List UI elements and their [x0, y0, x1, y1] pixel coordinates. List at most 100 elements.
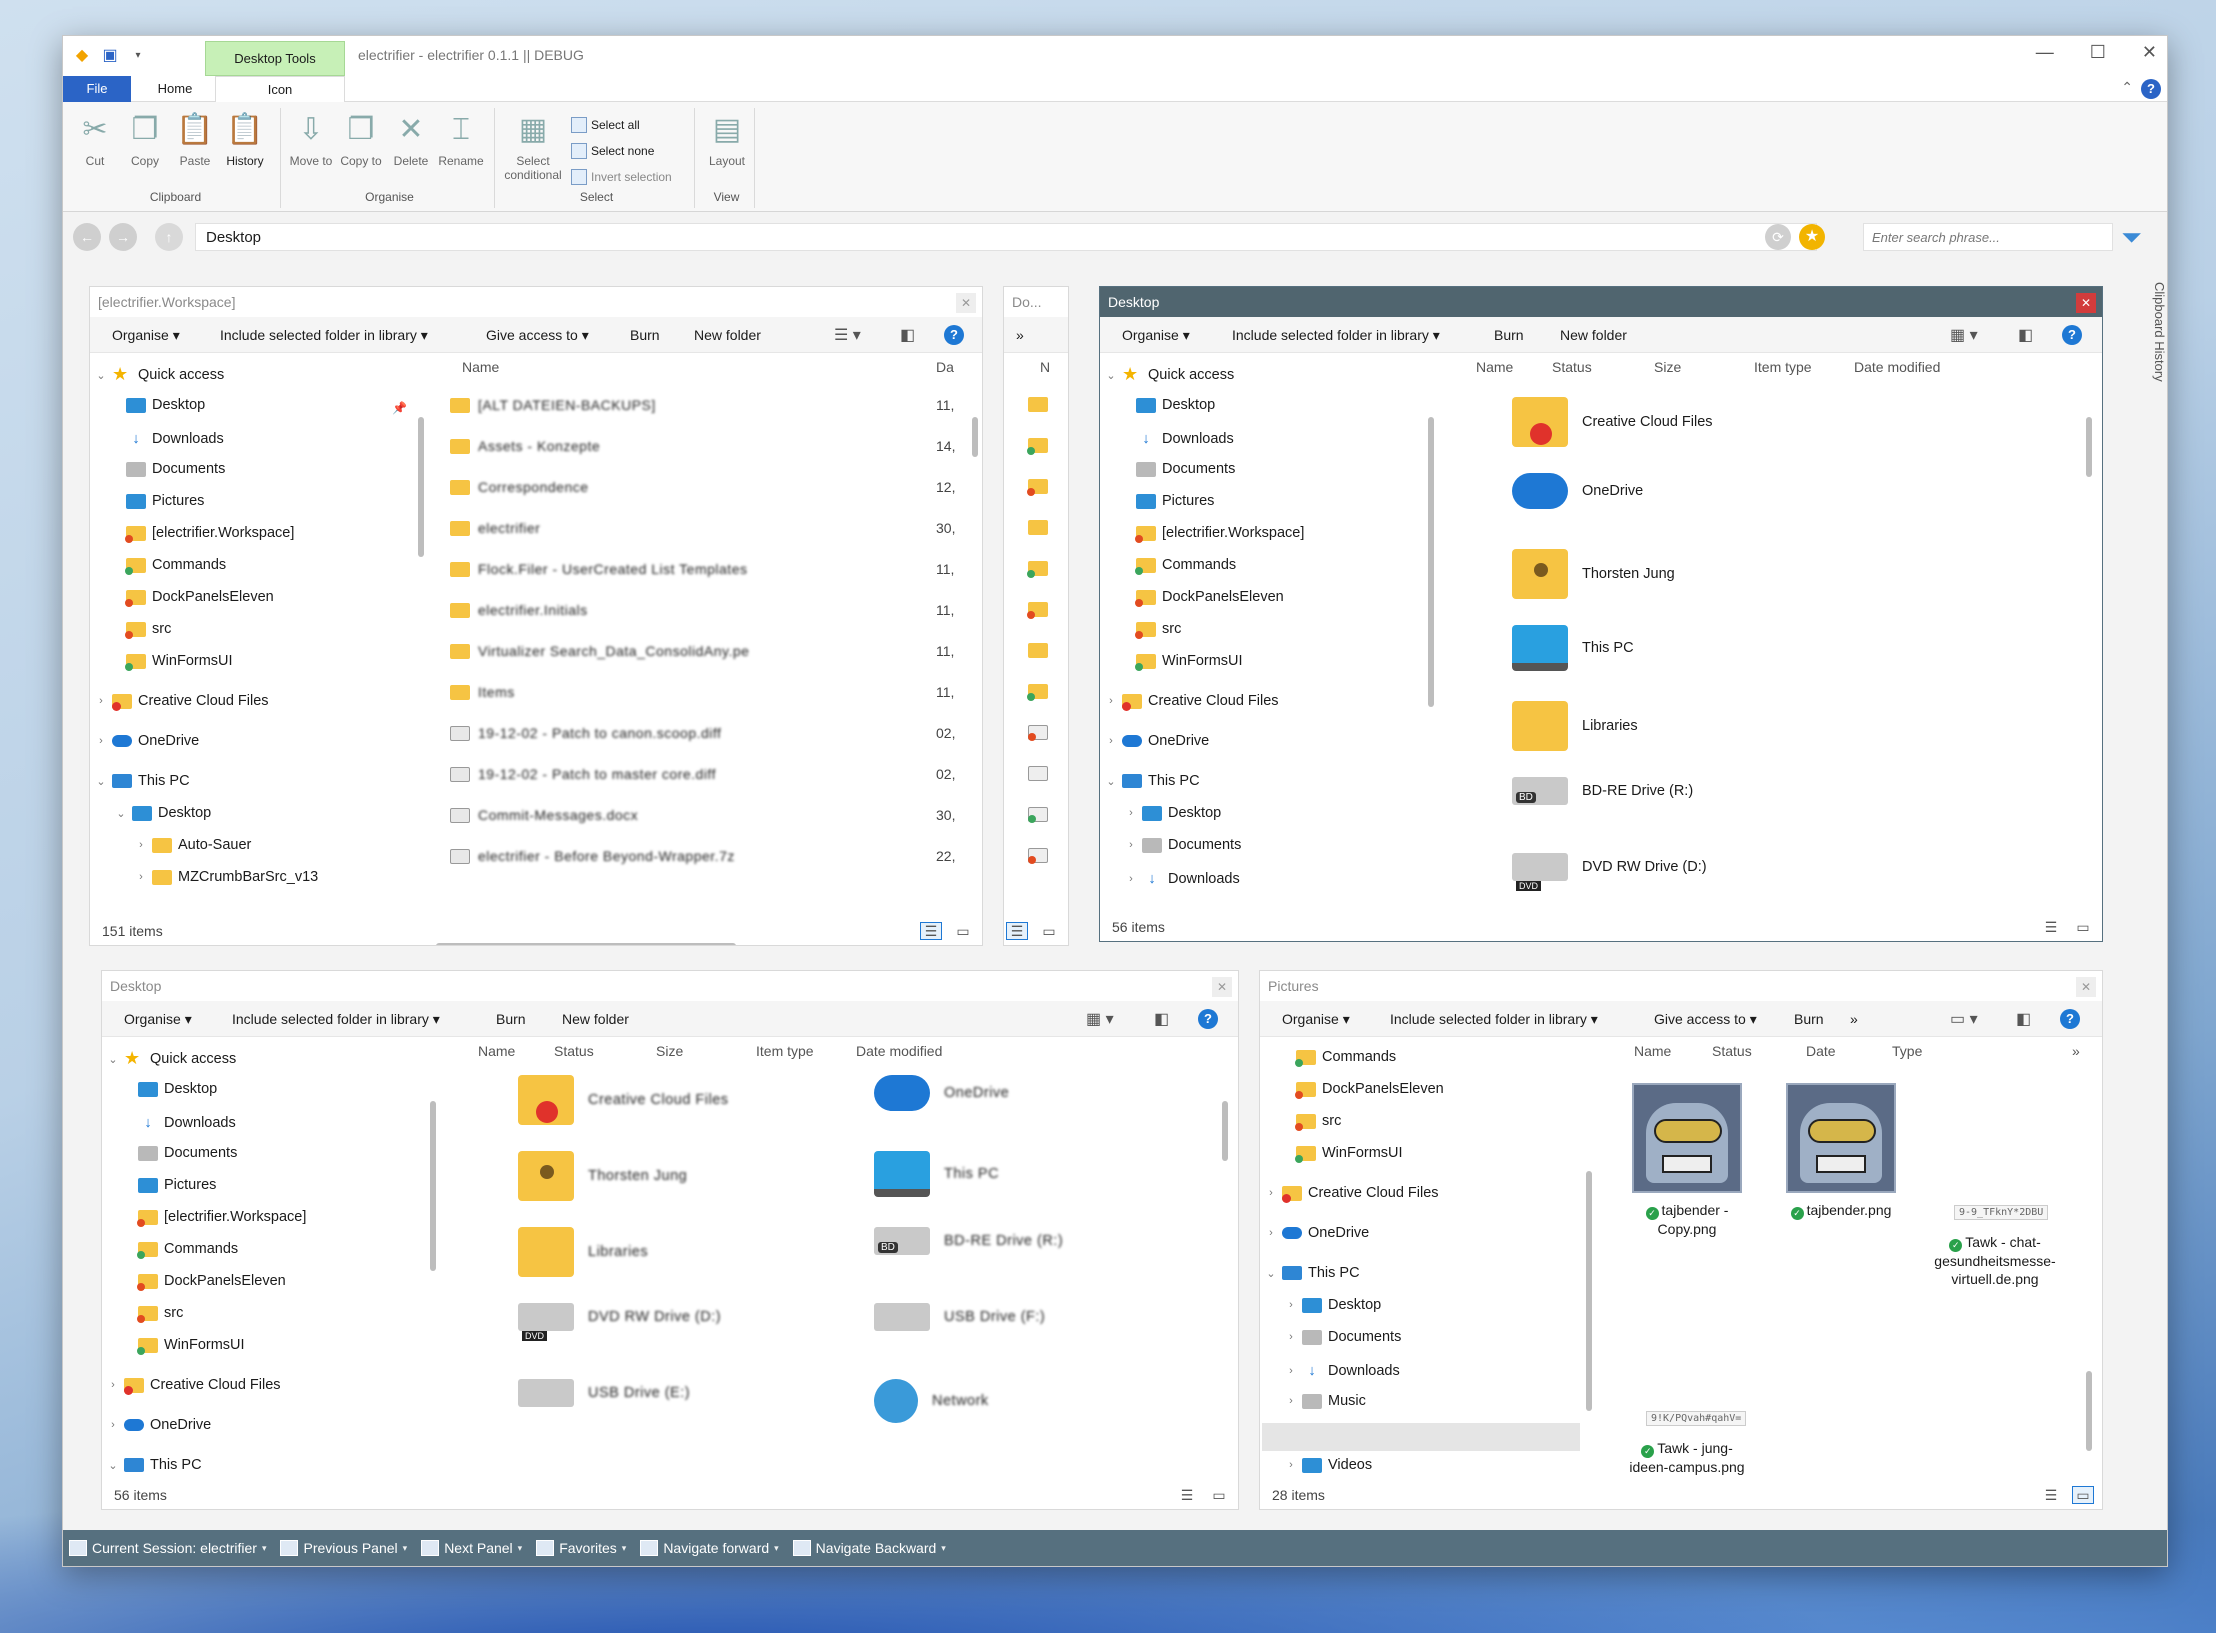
tree-onedrive[interactable]: › OneDrive: [96, 733, 199, 749]
tree-scrollbar[interactable]: [1428, 417, 1434, 707]
table-row[interactable]: [ALT DATEIEN-BACKUPS]: [450, 391, 656, 419]
include-library-button[interactable]: Include selected folder in library ▾: [1232, 327, 1440, 344]
folder-icon[interactable]: [1028, 643, 1048, 658]
dropdown-arrow-icon[interactable]: ▾: [622, 1543, 627, 1554]
tree-item[interactable]: WinFormsUI: [1295, 1145, 1403, 1163]
tree-item[interactable]: ↓ Downloads: [1136, 429, 1233, 449]
panel-help-icon[interactable]: ?: [944, 325, 964, 345]
table-row[interactable]: electrifier: [450, 514, 540, 542]
history-button[interactable]: 📋 History: [221, 110, 269, 168]
burn-button[interactable]: Burn: [1494, 327, 1524, 343]
table-row[interactable]: Virtualizer Search_Data_ConsolidAny.pe: [450, 637, 749, 665]
address-path[interactable]: Desktop: [195, 223, 1817, 251]
help-icon[interactable]: ?: [2141, 79, 2161, 99]
folder-icon[interactable]: [1027, 602, 1048, 619]
dropdown-arrow-icon[interactable]: ▾: [262, 1543, 267, 1554]
new-folder-button[interactable]: New folder: [694, 327, 761, 343]
refresh-icon[interactable]: ⟳: [1765, 224, 1791, 250]
column-date-modified[interactable]: Date modified: [1854, 359, 1940, 375]
up-button[interactable]: ↑: [155, 223, 183, 251]
column-name[interactable]: Name: [478, 1043, 515, 1059]
column-item-type[interactable]: Item type: [756, 1043, 814, 1059]
column-name[interactable]: Name: [1476, 359, 1513, 375]
tree-item[interactable]: Desktop: [138, 1081, 217, 1097]
file-name[interactable]: ✓ tajbender - Copy.png: [1622, 1201, 1752, 1238]
folder-icon[interactable]: [1028, 397, 1048, 412]
folder-icon[interactable]: [1028, 766, 1048, 781]
tree-item[interactable]: › Creative Cloud Files: [1266, 1185, 1439, 1203]
folder-icon[interactable]: [1028, 848, 1048, 864]
tree-item[interactable]: ⌄ ★ Quick access: [1106, 365, 1234, 385]
tile-item[interactable]: BD-RE Drive (R:): [1512, 777, 1693, 805]
more-commands-icon[interactable]: »: [1016, 327, 1024, 343]
tree-item[interactable]: Pictures: [138, 1177, 216, 1193]
tree-workspace[interactable]: [electrifier.Workspace]: [125, 525, 294, 543]
give-access-button[interactable]: Give access to ▾: [486, 327, 589, 344]
folder-icon[interactable]: [1028, 725, 1048, 741]
tree-item[interactable]: › Documents: [1286, 1329, 1401, 1345]
back-button[interactable]: ←: [73, 223, 101, 251]
rename-button[interactable]: ⌶ Rename: [437, 110, 485, 168]
tree-item[interactable]: Commands: [1295, 1049, 1396, 1067]
tile-item[interactable]: Libraries: [518, 1227, 648, 1277]
tree-item[interactable]: src: [1295, 1113, 1341, 1131]
tab-icon-management[interactable]: Icon Management: [215, 76, 345, 123]
column-date[interactable]: Da: [936, 359, 954, 375]
more-columns-icon[interactable]: »: [2072, 1043, 2080, 1059]
panel-help-icon[interactable]: ?: [2062, 325, 2082, 345]
tree-item[interactable]: src: [1135, 621, 1181, 639]
panel-help-icon[interactable]: ?: [2060, 1009, 2080, 1029]
panel-close-icon[interactable]: ✕: [2076, 293, 2096, 313]
file-name[interactable]: ✓ tajbender.png: [1776, 1201, 1906, 1220]
tree-item[interactable]: › ↓ Downloads: [1286, 1361, 1400, 1381]
folder-icon[interactable]: [1027, 479, 1048, 496]
organise-button[interactable]: Organise ▾: [112, 327, 180, 344]
tree-item[interactable]: [electrifier.Workspace]: [137, 1209, 306, 1227]
folder-icon[interactable]: [1028, 520, 1048, 535]
preview-pane-icon[interactable]: ◧: [1154, 1009, 1169, 1029]
table-row[interactable]: Flock.Filer - UserCreated List Templates: [450, 555, 747, 583]
tiles-view-icon[interactable]: ▭: [952, 922, 974, 940]
tile-item[interactable]: Libraries: [1512, 701, 1638, 751]
tree-item[interactable]: › Music: [1286, 1393, 1366, 1409]
maximize-icon[interactable]: ☐: [2090, 42, 2106, 63]
session-toolbar-item[interactable]: Previous Panel ▾: [274, 1540, 415, 1556]
tile-item[interactable]: USB Drive (F:): [874, 1303, 1045, 1331]
session-toolbar-item[interactable]: Navigate Backward ▾: [787, 1540, 954, 1556]
tree-item[interactable]: › Desktop: [1126, 805, 1221, 821]
view-options-icon[interactable]: ▭ ▾: [1950, 1009, 1978, 1029]
details-view-icon[interactable]: ☰: [1176, 1486, 1198, 1504]
tile-item[interactable]: This PC: [874, 1151, 999, 1197]
new-folder-button[interactable]: New folder: [562, 1011, 629, 1027]
panel-close-icon[interactable]: ✕: [2076, 977, 2096, 997]
tree-item[interactable]: DockPanelsEleven: [137, 1273, 286, 1291]
image-thumbnail[interactable]: [1786, 1083, 1896, 1193]
dropdown-arrow-icon[interactable]: ▾: [774, 1543, 779, 1554]
details-view-icon[interactable]: ☰: [920, 922, 942, 940]
tree-item[interactable]: Documents: [1136, 461, 1235, 477]
tree-pc-desktop[interactable]: ⌄ Desktop: [116, 805, 211, 821]
more-commands-icon[interactable]: »: [1850, 1011, 1858, 1027]
folder-icon[interactable]: [1028, 807, 1048, 823]
column-type[interactable]: Type: [1892, 1043, 1922, 1059]
column-date-modified[interactable]: Date modified: [856, 1043, 942, 1059]
select-none-button[interactable]: Select none: [571, 138, 672, 164]
list-scrollbar[interactable]: [972, 417, 978, 457]
column-size[interactable]: Size: [1654, 359, 1681, 375]
details-view-icon[interactable]: ☰: [2040, 918, 2062, 936]
copy-to-button[interactable]: ❐ Copy to: [337, 110, 385, 168]
tree-item[interactable]: › Creative Cloud Files: [1106, 693, 1279, 711]
table-row[interactable]: Assets - Konzepte: [450, 432, 600, 460]
tree-item[interactable]: Desktop: [1136, 397, 1215, 413]
organise-button[interactable]: Organise ▾: [124, 1011, 192, 1028]
tab-file[interactable]: File: [63, 76, 131, 102]
tree-item[interactable]: WinFormsUI: [1135, 653, 1243, 671]
tile-item[interactable]: DVD RW Drive (D:): [1512, 853, 1707, 891]
tree-dockpanelseleven[interactable]: DockPanelsEleven: [125, 589, 274, 607]
tree-this-pc[interactable]: ⌄ This PC: [96, 773, 189, 789]
tree-item[interactable]: › OneDrive: [1266, 1225, 1369, 1241]
delete-button[interactable]: ✕ Delete: [387, 110, 435, 168]
include-library-button[interactable]: Include selected folder in library ▾: [232, 1011, 440, 1028]
list-scrollbar[interactable]: [2086, 417, 2092, 477]
tree-auto-sauer[interactable]: › Auto-Sauer: [136, 837, 251, 853]
